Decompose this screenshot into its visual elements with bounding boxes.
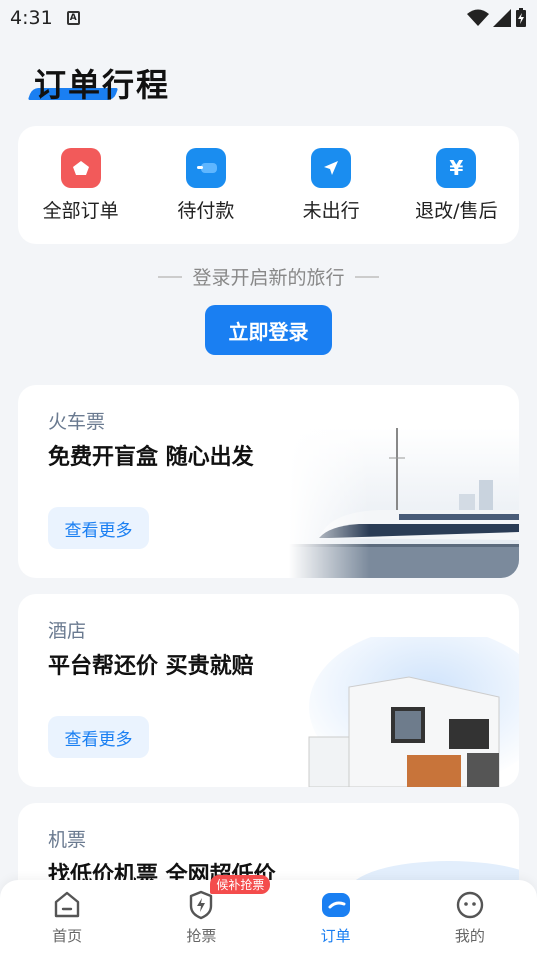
hotel-promo-card[interactable]: 酒店 平台帮还价 买贵就赔 查看更多 xyxy=(18,594,519,787)
page-title-wrap: 订单行程 xyxy=(27,60,171,106)
login-hint: 登录开启新的旅行 xyxy=(0,263,537,290)
train-more-button[interactable]: 查看更多 xyxy=(48,507,149,549)
refund-button[interactable]: ¥ 退改/售后 xyxy=(396,147,516,223)
profile-icon xyxy=(454,889,486,921)
hotel-headline: 平台帮还价 买贵就赔 xyxy=(48,654,254,679)
hint-dash-left xyxy=(158,275,183,278)
pending-payment-icon xyxy=(185,147,226,188)
not-traveled-icon xyxy=(311,147,352,188)
tab-profile[interactable]: 我的 xyxy=(425,889,515,946)
wifi-icon xyxy=(467,9,489,26)
status-bar: 4:31 A xyxy=(0,0,537,36)
hint-dash-right xyxy=(354,275,379,278)
orders-icon xyxy=(320,889,352,921)
all-orders-label: 全部订单 xyxy=(42,199,119,222)
battery-icon xyxy=(516,8,526,27)
tab-orders-label: 订单 xyxy=(320,927,351,945)
not-traveled-button[interactable]: 未出行 xyxy=(271,147,391,223)
signal-icon xyxy=(493,9,511,27)
all-orders-icon xyxy=(60,147,101,188)
login-button[interactable]: 立即登录 xyxy=(205,305,332,355)
tab-home-label: 首页 xyxy=(52,927,83,945)
pending-payment-button[interactable]: 待付款 xyxy=(146,147,266,223)
train-illustration xyxy=(289,428,519,578)
tab-home[interactable]: 首页 xyxy=(22,889,112,946)
login-hint-text: 登录开启新的旅行 xyxy=(192,267,345,289)
page-title: 订单行程 xyxy=(34,66,171,104)
tab-orders[interactable]: 订单 xyxy=(291,889,381,946)
grab-ticket-badge: 候补抢票 xyxy=(210,875,271,894)
train-headline: 免费开盲盒 随心出发 xyxy=(48,445,254,470)
pending-payment-label: 待付款 xyxy=(177,199,235,222)
train-promo-card[interactable]: 火车票 免费开盲盒 随心出发 查看更多 xyxy=(18,385,519,578)
refund-icon: ¥ xyxy=(436,147,477,188)
hotel-tag: 酒店 xyxy=(48,620,87,642)
train-tag: 火车票 xyxy=(48,411,106,433)
all-orders-button[interactable]: 全部订单 xyxy=(21,147,141,223)
order-shortcuts-card: 全部订单 待付款 未出行 ¥ 退改/售后 xyxy=(18,126,519,244)
status-icons xyxy=(467,8,527,28)
hotel-illustration xyxy=(308,637,519,787)
bottom-tab-bar: 首页 候补抢票 抢票 订单 我的 xyxy=(0,875,537,955)
refund-glyph: ¥ xyxy=(449,155,464,180)
tab-profile-label: 我的 xyxy=(454,927,485,945)
accessibility-icon: A xyxy=(66,11,80,25)
not-traveled-label: 未出行 xyxy=(302,199,360,222)
refund-label: 退改/售后 xyxy=(415,199,498,222)
flight-tag: 机票 xyxy=(48,829,87,851)
tab-grab-ticket[interactable]: 候补抢票 抢票 xyxy=(156,875,271,946)
status-time: 4:31 xyxy=(10,7,53,29)
home-icon xyxy=(51,889,83,921)
tab-grab-ticket-label: 抢票 xyxy=(186,927,217,945)
hotel-more-button[interactable]: 查看更多 xyxy=(48,716,149,758)
